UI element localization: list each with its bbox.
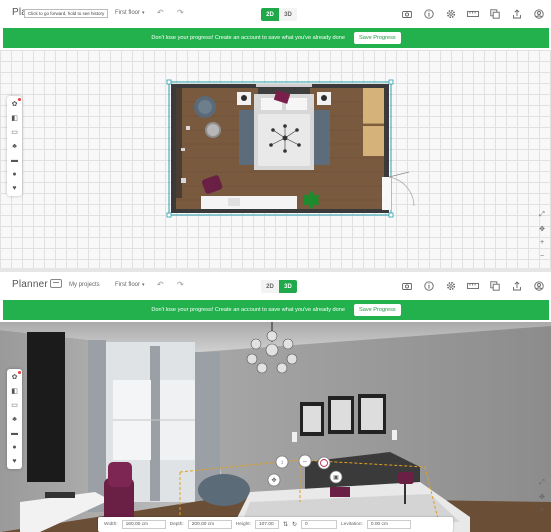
planner-3d-panel: Planner My projects First floor ▾ ↶ ↷ 2D … [0, 272, 551, 532]
chevron-down-icon: ▾ [142, 10, 145, 16]
chevron-down-icon: ▾ [142, 282, 145, 288]
build-icon[interactable]: ✿ [10, 371, 21, 382]
history-tooltip: Click to go forward, hold to see history [24, 9, 109, 18]
logo-icon [49, 279, 62, 288]
left-toolbar-3d: ✿ ◧ ▭ ♣ ▬ ● ♥ [7, 369, 22, 469]
color-icon[interactable]: ● [10, 442, 20, 452]
view-3d-button[interactable]: 3D [279, 8, 297, 21]
account-icon[interactable] [532, 8, 545, 19]
svg-text:⇔: ⇔ [302, 459, 308, 465]
save-banner-3d: Don't lose your progress! Create an acco… [3, 300, 549, 320]
svg-text:↕: ↕ [281, 460, 284, 466]
svg-text:▣: ▣ [333, 475, 339, 481]
tv-icon[interactable]: ▬ [10, 428, 20, 438]
heart-icon[interactable]: ♥ [10, 183, 20, 193]
app-logo-3d[interactable]: Planner [12, 279, 62, 290]
right-toolbar: ⤢ ✥ + − [537, 210, 547, 261]
zoom-in-icon[interactable]: + [538, 506, 547, 515]
height-input[interactable]: 107.00 [254, 520, 279, 529]
rotation-input[interactable]: 0 [301, 520, 338, 529]
zoom-in-icon[interactable]: + [538, 238, 547, 247]
height-label: Height: [235, 522, 251, 527]
floor-label-3d: First floor [115, 282, 141, 288]
3d-viewport[interactable]: ↕ ⇔ ✥ ▣ [0, 322, 551, 532]
tool-icons-3d [400, 280, 545, 291]
redo-icon[interactable]: ↷ [177, 8, 184, 17]
width-label: Width: [104, 522, 118, 527]
share-icon[interactable] [510, 280, 523, 291]
furniture-icon[interactable]: ▭ [10, 400, 20, 410]
width-input[interactable]: 160.00 cm [121, 520, 166, 529]
floor-select-3d[interactable]: First floor ▾ [115, 282, 145, 288]
tool-icons [400, 8, 545, 19]
right-toolbar-3d: ⤢ ✥ + [537, 478, 547, 515]
banner-text-3d: Don't lose your progress! Create an acco… [151, 307, 345, 313]
depth-label: Depth: [169, 522, 184, 527]
floor-plan-drawing [166, 79, 415, 218]
view-2d-button[interactable]: 2D [261, 8, 279, 21]
redo-icon[interactable]: ↷ [177, 280, 184, 289]
depth-input[interactable]: 200.00 cm [187, 520, 232, 529]
undo-icon[interactable]: ↶ [157, 280, 164, 289]
undo-icon[interactable]: ↶ [157, 8, 164, 17]
settings-icon[interactable] [444, 280, 457, 291]
zoom-out-icon[interactable]: − [538, 252, 547, 261]
fullscreen-icon[interactable]: ⤢ [538, 210, 547, 219]
info-icon[interactable] [422, 280, 435, 291]
view-toggle: 2D 3D [261, 8, 297, 21]
levitation-input[interactable]: 0.00 cm [366, 520, 411, 529]
save-progress-button[interactable]: Save Progress [354, 32, 401, 44]
floor-label: First floor [115, 10, 141, 16]
copy-icon[interactable] [488, 280, 501, 291]
share-icon[interactable] [510, 8, 523, 19]
fullscreen-icon[interactable]: ⤢ [538, 478, 547, 487]
account-icon[interactable] [532, 280, 545, 291]
build-icon[interactable]: ✿ [10, 98, 21, 109]
measure-icon[interactable] [466, 8, 479, 19]
top-toolbar: Planner Click to go forward, hold to see… [0, 0, 551, 26]
banner-text: Don't lose your progress! Create an acco… [151, 35, 345, 41]
app-name-3d: Planner [12, 279, 48, 290]
furniture-icon[interactable]: ▭ [10, 127, 20, 137]
save-progress-button-3d[interactable]: Save Progress [354, 304, 401, 316]
view-2d-button[interactable]: 2D [261, 280, 279, 293]
camera-icon[interactable] [400, 8, 413, 19]
floor-plan-canvas[interactable] [0, 50, 551, 268]
info-icon[interactable] [422, 8, 435, 19]
settings-icon[interactable] [444, 8, 457, 19]
view-toggle-3d: 2D 3D [261, 280, 297, 293]
color-icon[interactable]: ● [10, 169, 20, 179]
heart-icon[interactable]: ♥ [10, 456, 20, 466]
measure-icon[interactable] [466, 280, 479, 291]
lock-proportions-icon[interactable]: ⇅ [283, 521, 288, 528]
planner-2d-panel: Planner Click to go forward, hold to see… [0, 0, 551, 268]
plant-icon[interactable]: ♣ [10, 414, 20, 424]
levitation-label: Levitation: [341, 522, 363, 527]
view-3d-button[interactable]: 3D [279, 280, 297, 293]
plant-icon[interactable]: ♣ [10, 141, 20, 151]
svg-text:✥: ✥ [271, 477, 276, 484]
door-icon[interactable]: ◧ [10, 113, 20, 123]
copy-icon[interactable] [488, 8, 501, 19]
dimension-bar: Width: 160.00 cm Depth: 200.00 cm Height… [98, 517, 453, 532]
3d-room-render: ↕ ⇔ ✥ ▣ [0, 322, 551, 532]
left-toolbar: ✿ ◧ ▭ ♣ ▬ ● ♥ [7, 96, 22, 196]
top-toolbar-3d: Planner My projects First floor ▾ ↶ ↷ 2D … [0, 272, 551, 298]
camera-icon[interactable] [400, 280, 413, 291]
save-banner: Don't lose your progress! Create an acco… [3, 28, 549, 48]
my-projects-link[interactable]: My projects [69, 282, 100, 288]
door-icon[interactable]: ◧ [10, 386, 20, 396]
compass-icon[interactable]: ✥ [538, 492, 547, 501]
compass-icon[interactable]: ✥ [538, 224, 547, 233]
rotate-icon[interactable]: ↻ [292, 521, 297, 528]
tv-icon[interactable]: ▬ [10, 155, 20, 165]
floor-select[interactable]: First floor ▾ [115, 10, 145, 16]
